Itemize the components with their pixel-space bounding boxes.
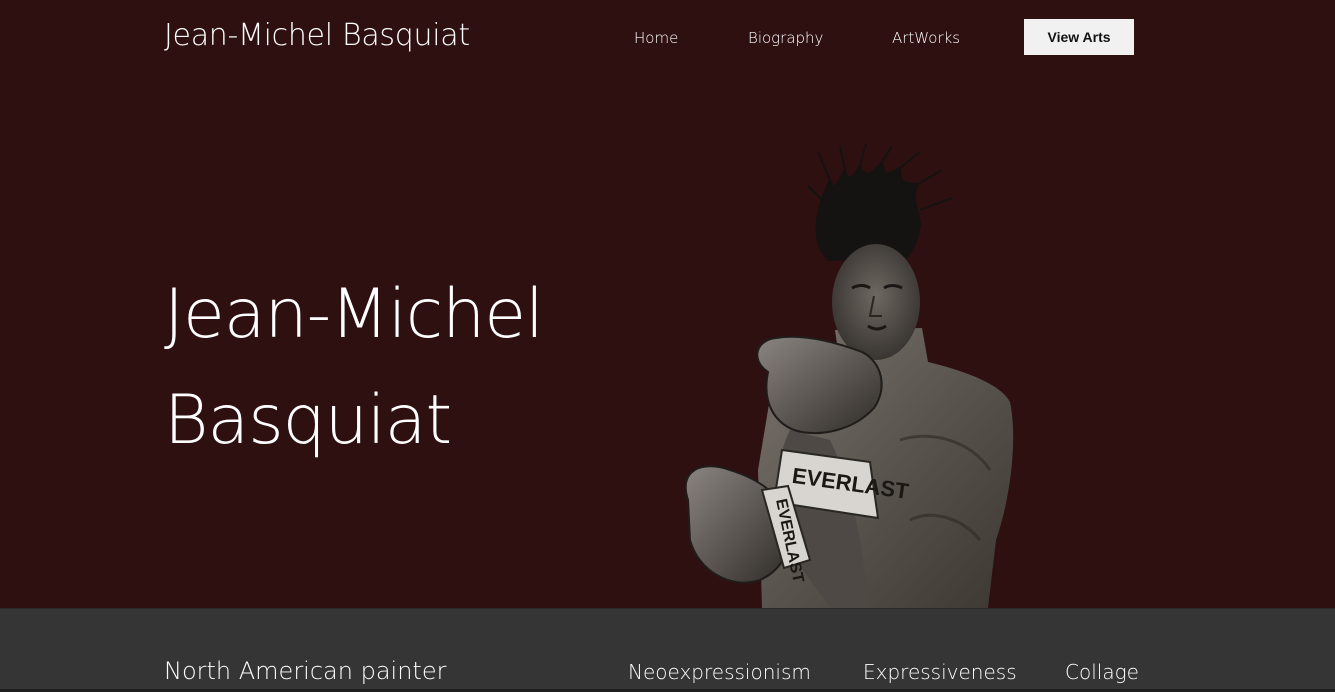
hero-heading: Jean-Michel Basquiat (164, 262, 644, 474)
hero-heading-line1: Jean-Michel (164, 275, 544, 354)
tag-collage: Collage (1065, 660, 1139, 684)
nav-artworks[interactable]: ArtWorks (892, 29, 960, 47)
face-shape (832, 244, 920, 360)
boxer-portrait-image: EVERLAST EVERLAST (684, 143, 1014, 608)
hair-shape (807, 143, 953, 262)
view-arts-button[interactable]: View Arts (1024, 19, 1134, 55)
info-bar: North American painter Neoexpressionism … (0, 608, 1335, 692)
tag-expressiveness: Expressiveness (863, 660, 1017, 684)
hero-section: Jean-Michel Basquiat Home Biography ArtW… (0, 0, 1335, 608)
info-bar-label: North American painter (164, 657, 447, 685)
hero-heading-line2: Basquiat (164, 381, 452, 460)
nav-biography[interactable]: Biography (748, 29, 823, 47)
tag-neoexpressionism: Neoexpressionism (628, 660, 811, 684)
nav-home[interactable]: Home (634, 29, 678, 47)
site-title[interactable]: Jean-Michel Basquiat (164, 18, 470, 53)
